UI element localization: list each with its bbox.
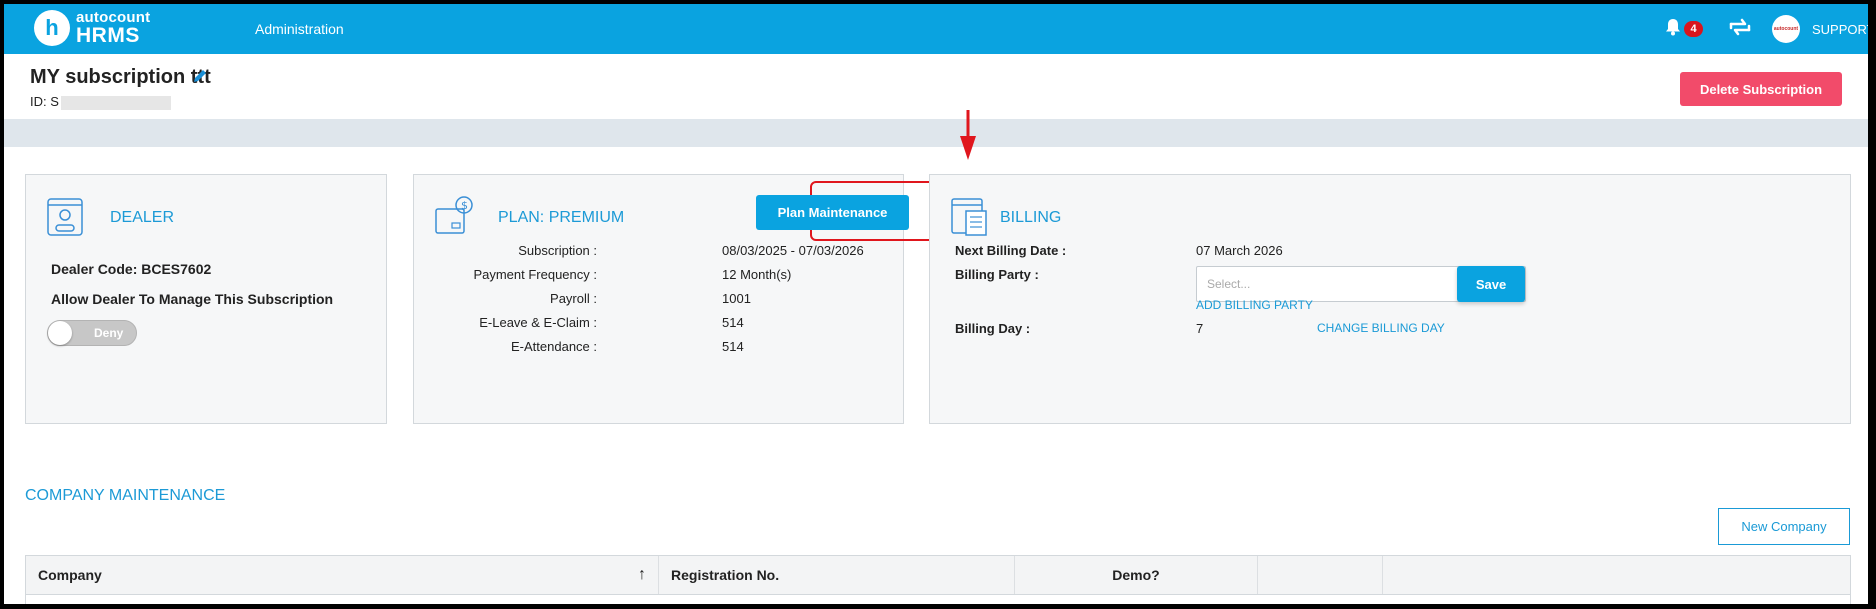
plan-row-value: 12 Month(s) bbox=[722, 267, 792, 282]
switch-sync-icon[interactable] bbox=[1728, 16, 1752, 44]
billing-day-value: 7 bbox=[1196, 321, 1204, 336]
plan-row-label: E-Attendance : bbox=[511, 339, 597, 354]
logo-brand-text: autocount bbox=[76, 9, 151, 26]
plan-row-value: 514 bbox=[722, 339, 744, 354]
plan-title: PLAN: PREMIUM bbox=[498, 209, 625, 226]
redacted-id-value bbox=[60, 95, 171, 110]
plan-maintenance-button[interactable]: Plan Maintenance bbox=[756, 195, 909, 230]
plan-row-label: Subscription : bbox=[518, 243, 597, 258]
page-title: MY subscription ttt bbox=[30, 66, 211, 88]
user-avatar[interactable]: autocount bbox=[1772, 15, 1800, 43]
plan-row-value: 08/03/2025 - 07/03/2026 bbox=[722, 243, 864, 258]
toggle-state-label: Deny bbox=[94, 326, 124, 340]
subscription-id: ID: S bbox=[30, 94, 171, 110]
logo-product-text: HRMS bbox=[76, 24, 140, 47]
top-navigation-bar: h autocount HRMS Administration 4 autoco… bbox=[4, 4, 1868, 54]
column-header-blank-2 bbox=[1383, 556, 1550, 594]
next-billing-date-value: 07 March 2026 bbox=[1196, 243, 1283, 258]
dealer-code: Dealer Code: BCES7602 bbox=[51, 261, 212, 277]
billing-party-placeholder: Select... bbox=[1207, 277, 1251, 291]
svg-text:$: $ bbox=[461, 199, 468, 212]
company-table-body bbox=[25, 595, 1851, 604]
arrow-up-icon[interactable]: ↑ bbox=[638, 556, 646, 594]
billing-title: BILLING bbox=[1000, 209, 1062, 226]
billing-day-label: Billing Day : bbox=[955, 321, 1031, 336]
plan-row-value: 1001 bbox=[722, 291, 751, 306]
logo-mark: h bbox=[34, 10, 70, 46]
company-table-header: Company ↑ Registration No. Demo? bbox=[25, 555, 1851, 595]
plan-row-value: 514 bbox=[722, 315, 744, 330]
save-billing-button[interactable]: Save bbox=[1457, 266, 1525, 302]
column-header-blank-1 bbox=[1258, 556, 1383, 594]
column-header-label: Demo? bbox=[1112, 567, 1160, 583]
notification-count-badge: 4 bbox=[1684, 21, 1703, 37]
allow-dealer-toggle[interactable]: Deny bbox=[47, 320, 137, 346]
plan-row-label: E-Leave & E-Claim : bbox=[479, 315, 597, 330]
plan-row-label: Payroll : bbox=[550, 291, 597, 306]
nav-administration[interactable]: Administration bbox=[255, 21, 344, 37]
red-arrow-annotation-icon bbox=[960, 110, 976, 160]
change-billing-day-link[interactable]: CHANGE BILLING DAY bbox=[1317, 321, 1445, 335]
plan-payment-icon: $ bbox=[434, 195, 474, 237]
plan-card: $ PLAN: PREMIUM Plan Maintenance Subscri… bbox=[413, 174, 995, 424]
new-company-button[interactable]: New Company bbox=[1718, 508, 1850, 545]
support-user-menu[interactable]: SUPPORT bbox=[1812, 22, 1868, 37]
edit-pencil-icon[interactable] bbox=[192, 68, 208, 89]
column-header-demo[interactable]: Demo? bbox=[1015, 556, 1258, 594]
column-header-label: Registration No. bbox=[671, 567, 780, 583]
column-header-registration[interactable]: Registration No. bbox=[659, 556, 1015, 594]
billing-party-label: Billing Party : bbox=[955, 267, 1039, 282]
column-header-label: Company bbox=[38, 567, 102, 583]
allow-dealer-label: Allow Dealer To Manage This Subscription bbox=[51, 291, 334, 307]
column-header-company[interactable]: Company ↑ bbox=[26, 556, 659, 594]
billing-invoice-icon bbox=[950, 195, 990, 237]
subscription-id-label: ID: S bbox=[30, 94, 59, 109]
next-billing-date-label: Next Billing Date : bbox=[955, 243, 1067, 258]
notification-bell-icon[interactable] bbox=[1665, 18, 1681, 41]
company-maintenance-title: COMPANY MAINTENANCE bbox=[25, 487, 226, 504]
toggle-knob bbox=[48, 321, 72, 345]
dealer-card: DEALER Dealer Code: BCES7602 Allow Deale… bbox=[25, 174, 387, 424]
delete-subscription-button[interactable]: Delete Subscription bbox=[1680, 72, 1842, 106]
dealer-title: DEALER bbox=[110, 209, 175, 226]
autocount-hrms-logo[interactable]: h autocount HRMS bbox=[34, 10, 150, 46]
billing-card: BILLING Next Billing Date : 07 March 202… bbox=[929, 174, 1851, 424]
plan-row-label: Payment Frequency : bbox=[473, 267, 597, 282]
avatar-logo-text: autocount bbox=[1773, 26, 1799, 32]
app-frame: h autocount HRMS Administration 4 autoco… bbox=[4, 4, 1868, 604]
section-divider-band bbox=[4, 119, 1868, 147]
dealer-browser-icon bbox=[46, 195, 86, 237]
add-billing-party-link[interactable]: ADD BILLING PARTY bbox=[1196, 298, 1313, 312]
